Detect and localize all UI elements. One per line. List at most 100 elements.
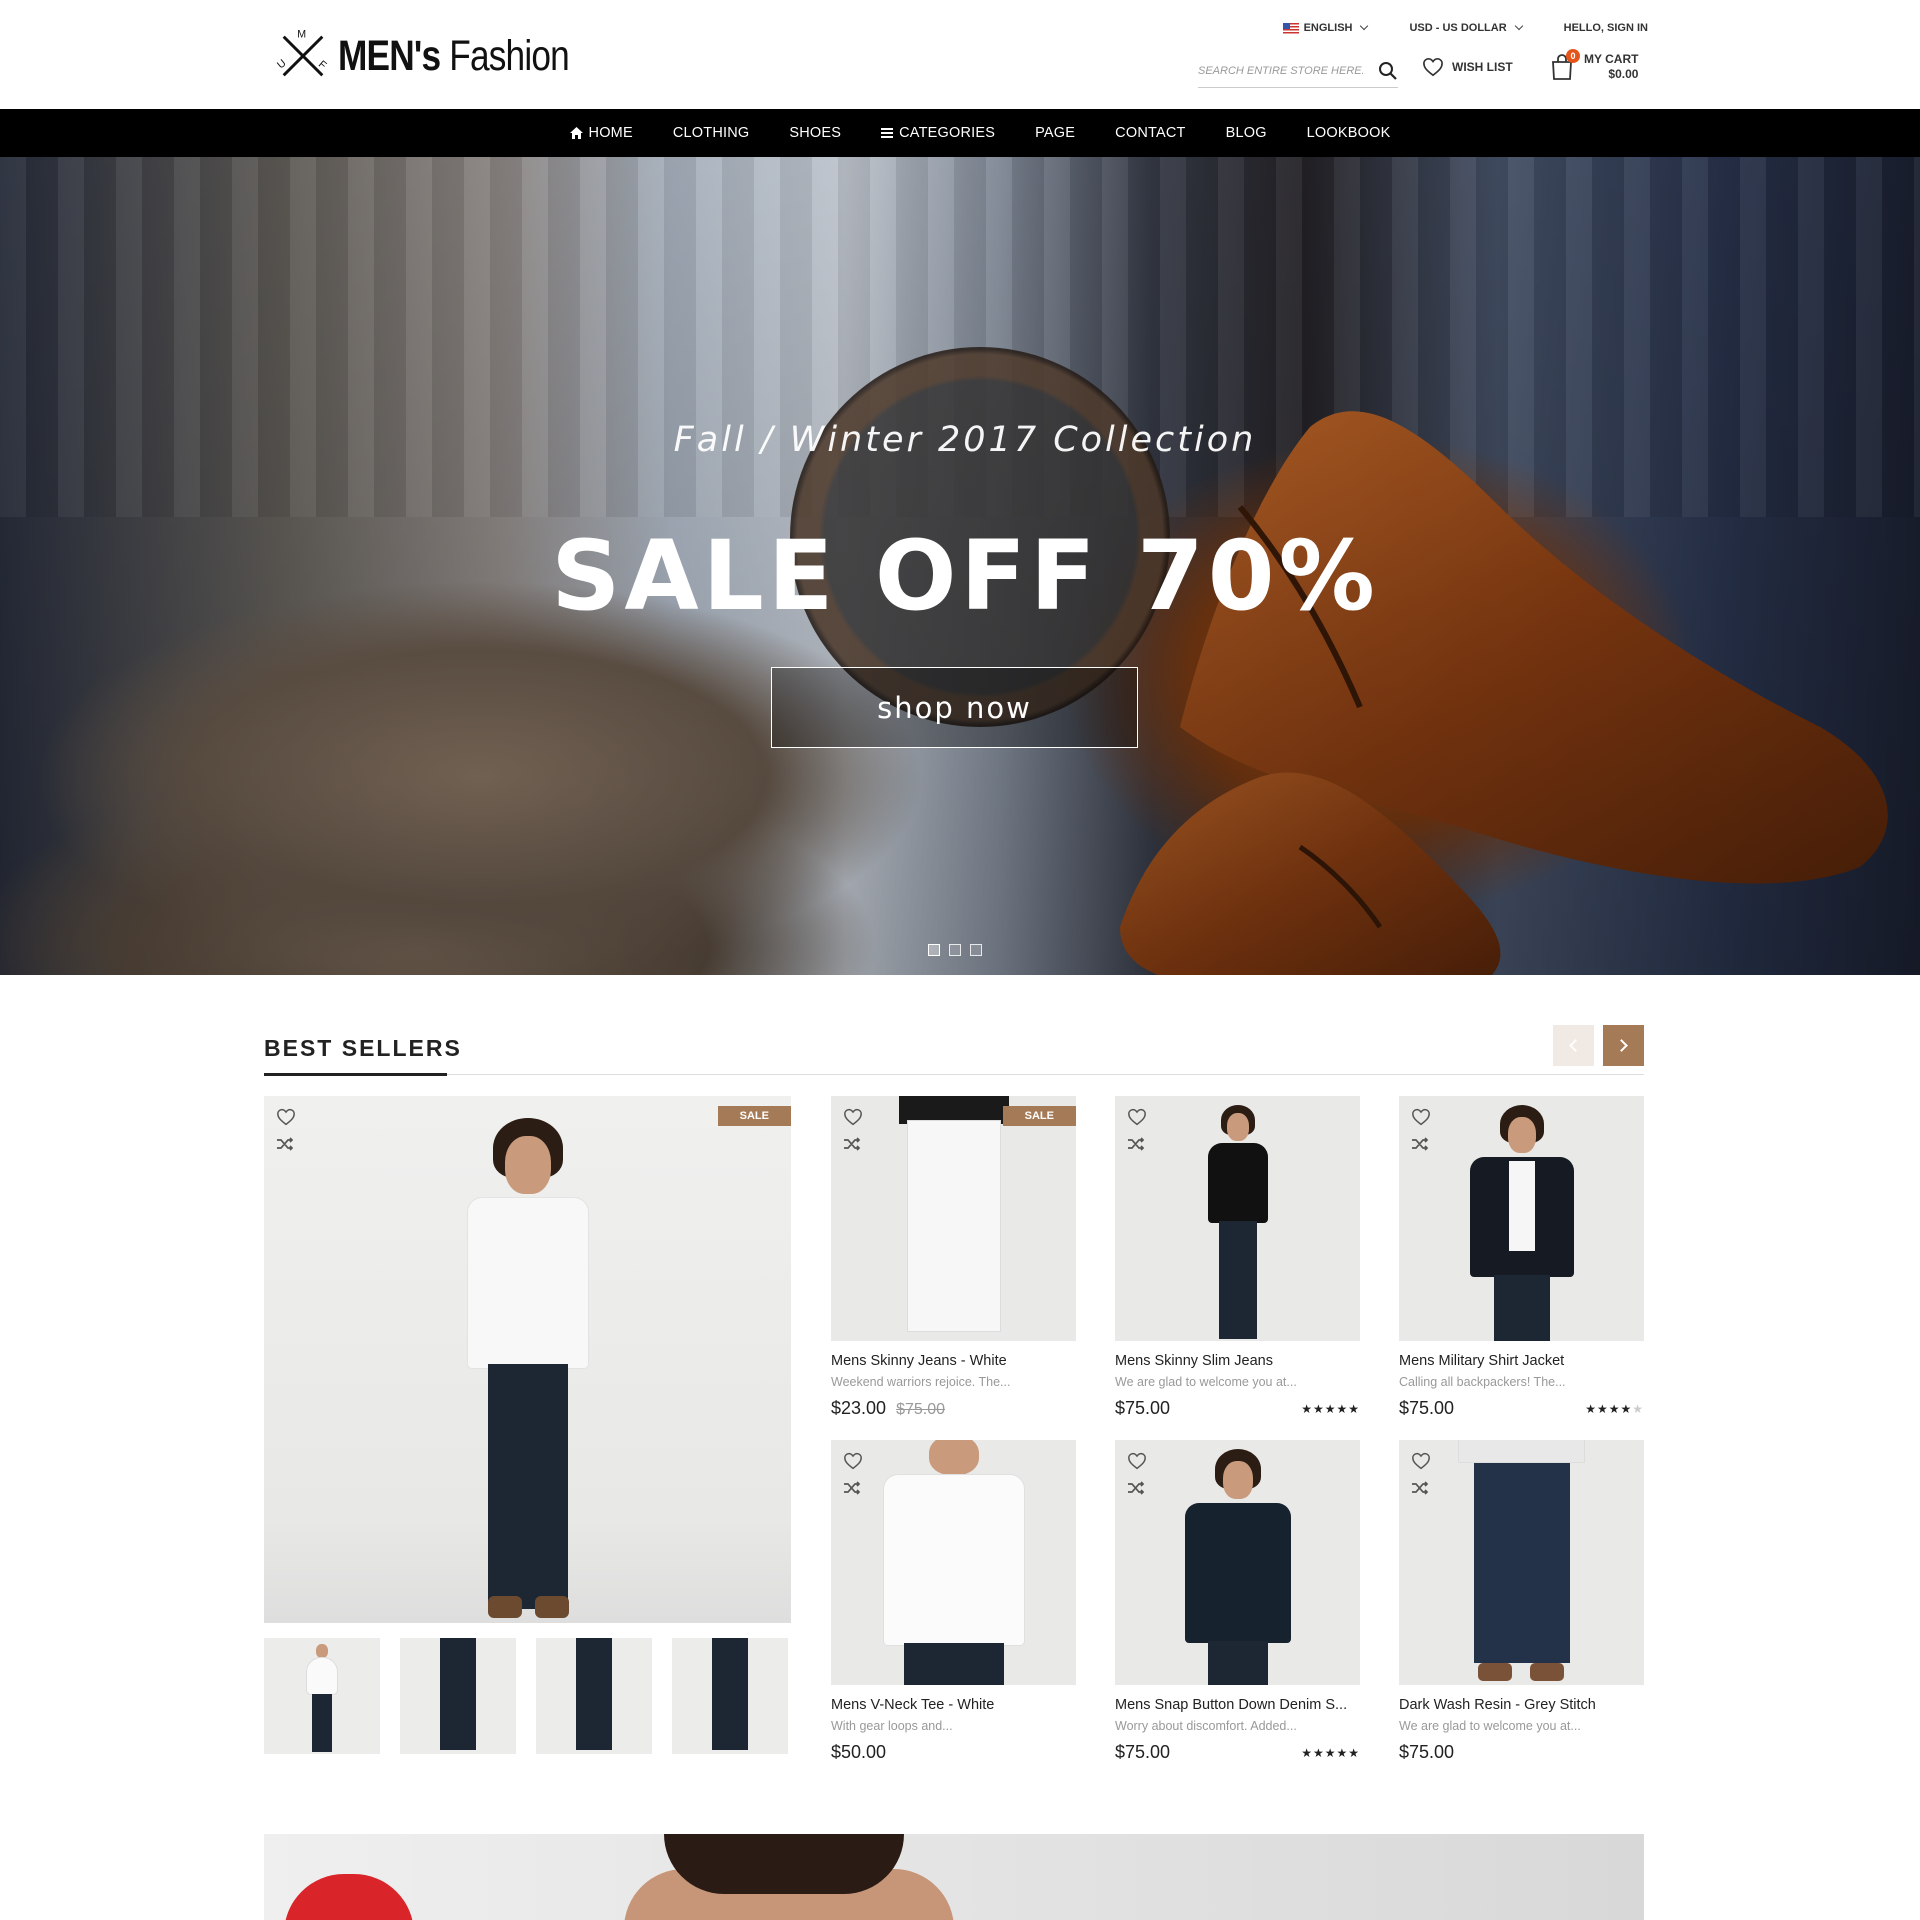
model-figure — [1202, 1105, 1274, 1341]
shuffle-icon[interactable] — [1127, 1136, 1145, 1152]
nav-item-home[interactable]: HOME — [569, 125, 633, 141]
section-divider — [264, 1074, 1644, 1075]
wishlist-label: WISH LIST — [1452, 60, 1513, 74]
carousel-next-button[interactable] — [1603, 1025, 1644, 1066]
nav-item-contact[interactable]: CONTACT — [1115, 125, 1185, 141]
shuffle-icon[interactable] — [843, 1136, 861, 1152]
product-name[interactable]: Dark Wash Resin - Grey Stitch — [1399, 1697, 1644, 1713]
site-header: U M F MEN's Fashion ENGLISH USD - US DOL… — [0, 0, 1920, 109]
product-card: Mens Skinny Slim Jeans We are glad to we… — [1115, 1096, 1360, 1419]
product-price-row: $75.00 ★★★★★ — [1115, 1398, 1360, 1419]
search-icon[interactable] — [1378, 61, 1398, 81]
search-input[interactable] — [1198, 64, 1363, 77]
product-price-row: $50.00 — [831, 1742, 1076, 1763]
shuffle-icon[interactable] — [1411, 1136, 1429, 1152]
menu-icon — [881, 128, 894, 138]
shuffle-icon[interactable] — [1127, 1480, 1145, 1496]
product-name[interactable]: Mens Skinny Slim Jeans — [1115, 1353, 1360, 1369]
cart-total: $0.00 — [1608, 67, 1639, 81]
product-image[interactable] — [1115, 1096, 1360, 1341]
language-selector[interactable]: ENGLISH — [1282, 21, 1369, 34]
logo-text: MEN's Fashion — [338, 31, 570, 80]
nav-item-blog[interactable]: BLOG — [1226, 125, 1267, 141]
nav-item-lookbook[interactable]: LOOKBOOK — [1307, 125, 1391, 141]
heart-icon[interactable] — [276, 1108, 296, 1126]
product-image[interactable] — [831, 1440, 1076, 1685]
heart-icon[interactable] — [1411, 1452, 1431, 1470]
product-price-row: $75.00 — [1399, 1742, 1644, 1763]
product-card: Mens Military Shirt Jacket Calling all b… — [1399, 1096, 1644, 1419]
rating-stars: ★★★★★ — [1301, 1401, 1360, 1416]
product-name[interactable]: Mens Military Shirt Jacket — [1399, 1353, 1644, 1369]
heart-icon[interactable] — [1127, 1452, 1147, 1470]
heart-icon[interactable] — [1127, 1108, 1147, 1126]
hero-subtitle: Fall / Winter 2017 Collection — [673, 420, 1257, 460]
product-image[interactable]: SALE — [831, 1096, 1076, 1341]
product-description: Worry about discomfort. Added... — [1115, 1719, 1297, 1733]
hero-headline: SALE OFF 70% — [551, 520, 1379, 632]
shuffle-icon[interactable] — [276, 1136, 294, 1152]
nav-item-clothing[interactable]: CLOTHING — [673, 125, 750, 141]
heart-icon[interactable] — [843, 1108, 863, 1126]
shop-now-button[interactable]: shop now — [771, 667, 1138, 748]
hero-slider[interactable]: Fall / Winter 2017 Collection SALE OFF 7… — [0, 157, 1920, 975]
sign-in-link[interactable]: HELLO, SIGN IN — [1564, 22, 1648, 34]
model-figure — [1183, 1449, 1293, 1685]
model-figure — [1472, 1463, 1572, 1685]
slider-dot[interactable] — [928, 944, 940, 956]
site-logo[interactable]: U M F MEN's Fashion — [274, 26, 620, 86]
nav-item-page[interactable]: PAGE — [1035, 125, 1075, 141]
shuffle-icon[interactable] — [843, 1480, 861, 1496]
product-price-row: $75.00 ★★★★★ — [1399, 1398, 1644, 1419]
thumbnail[interactable] — [264, 1638, 380, 1754]
product-name[interactable]: Mens Skinny Jeans - White — [831, 1353, 1076, 1369]
currency-label: USD - US DOLLAR — [1409, 22, 1507, 34]
currency-selector[interactable]: USD - US DOLLAR — [1409, 21, 1523, 34]
search-box — [1198, 54, 1398, 88]
product-image[interactable] — [1399, 1440, 1644, 1685]
nav-label-page: PAGE — [1035, 125, 1076, 141]
product-price: $75.00 — [1115, 1742, 1171, 1762]
product-price: $75.00 — [1399, 1398, 1455, 1418]
language-label: ENGLISH — [1303, 22, 1353, 34]
shopping-bag-icon: 0 — [1550, 49, 1580, 81]
nav-label-shoes: SHOES — [789, 125, 842, 141]
chevron-down-icon — [1514, 21, 1523, 31]
product-name[interactable]: Mens Snap Button Down Denim S... — [1115, 1697, 1360, 1713]
nav-item-categories[interactable]: CATEGORIES — [881, 125, 995, 141]
featured-thumbnails — [264, 1638, 788, 1754]
section-title: BEST SELLERS — [264, 1035, 462, 1061]
sale-badge: SALE — [1002, 1106, 1076, 1126]
promo-banner[interactable] — [264, 1834, 1644, 1920]
svg-text:U: U — [275, 57, 289, 71]
carousel-prev-button[interactable] — [1553, 1025, 1594, 1066]
product-card: Dark Wash Resin - Grey Stitch We are gla… — [1399, 1440, 1644, 1763]
thumbnail[interactable] — [536, 1638, 652, 1754]
product-card: Mens Snap Button Down Denim S... Worry a… — [1115, 1440, 1360, 1763]
product-card: SALE Mens Skinny Jeans - White Weekend w… — [831, 1096, 1076, 1419]
section-title-underline — [264, 1073, 447, 1076]
product-price: $50.00 — [831, 1742, 887, 1762]
slider-dot[interactable] — [970, 944, 982, 956]
slider-dot[interactable] — [949, 944, 961, 956]
heart-icon — [1423, 57, 1443, 77]
model-hair-image — [664, 1834, 904, 1894]
featured-product-image[interactable]: SALE — [264, 1096, 791, 1623]
wishlist-link[interactable]: WISH LIST — [1422, 57, 1513, 77]
product-description: With gear loops and... — [831, 1719, 953, 1733]
thumbnail[interactable] — [400, 1638, 516, 1754]
heart-icon[interactable] — [1411, 1108, 1431, 1126]
rating-stars: ★★★★★ — [1301, 1745, 1360, 1760]
product-description: We are glad to welcome you at... — [1399, 1719, 1581, 1733]
home-icon — [569, 127, 583, 139]
product-old-price: $75.00 — [896, 1401, 945, 1418]
shuffle-icon[interactable] — [1411, 1480, 1429, 1496]
thumbnail[interactable] — [672, 1638, 788, 1754]
cart-summary: MY CART $0.00 — [1584, 52, 1638, 82]
product-image[interactable] — [1115, 1440, 1360, 1685]
nav-item-shoes[interactable]: SHOES — [789, 125, 841, 141]
product-name[interactable]: Mens V-Neck Tee - White — [831, 1697, 1076, 1713]
cart-button[interactable]: 0 MY CART $0.00 — [1550, 49, 1638, 82]
product-image[interactable] — [1399, 1096, 1644, 1341]
heart-icon[interactable] — [843, 1452, 863, 1470]
